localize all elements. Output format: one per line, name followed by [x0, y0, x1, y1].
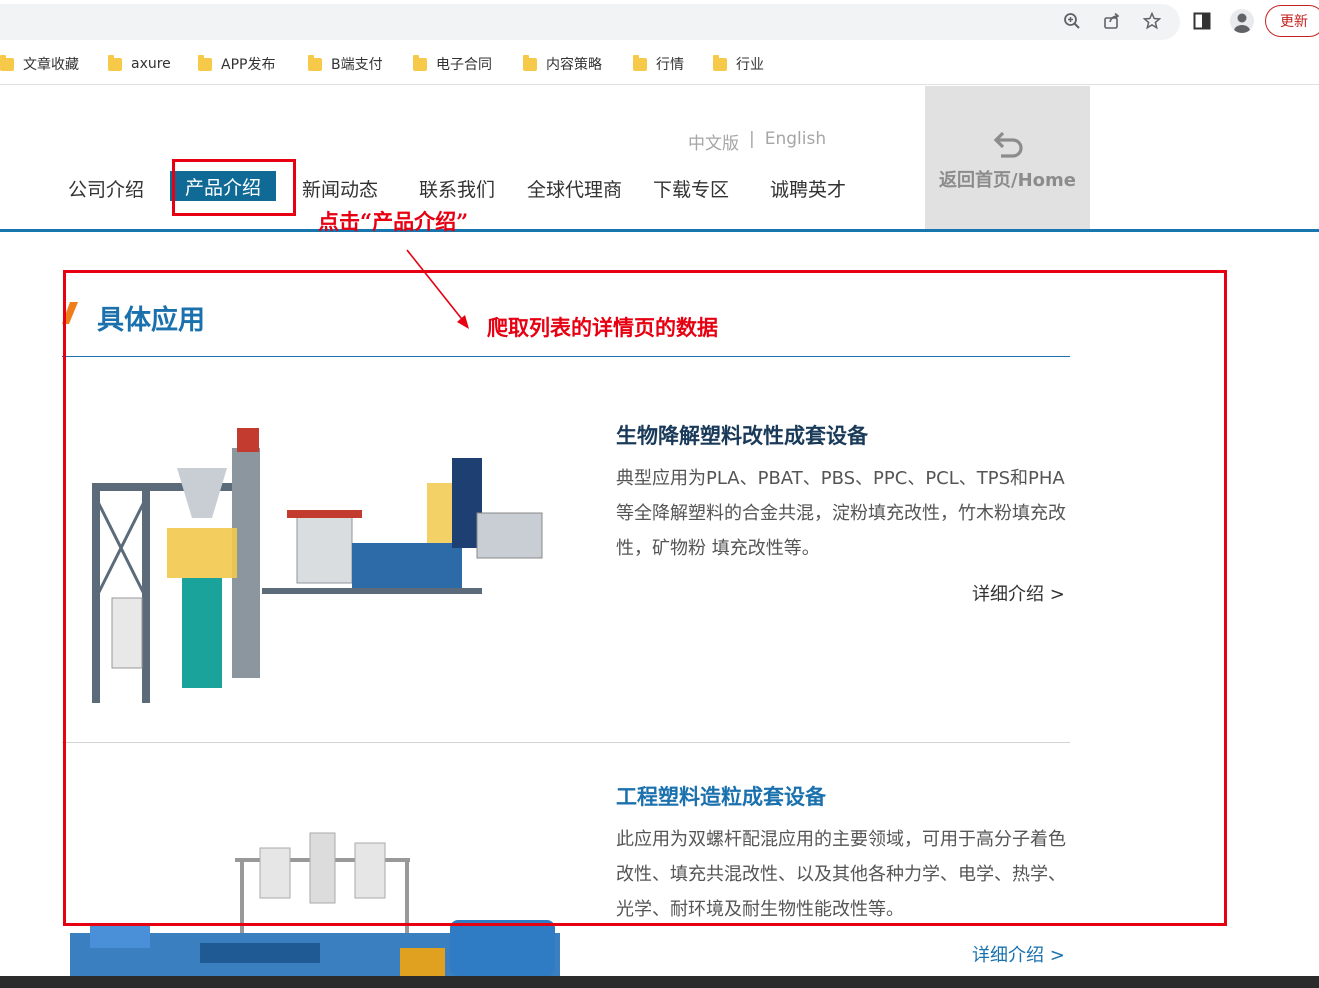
bookmark-label: 文章收藏: [23, 57, 79, 73]
product-more-link[interactable]: 详细介绍 >: [972, 941, 1065, 967]
profile-icon[interactable]: [1230, 9, 1254, 33]
lang-cn-link[interactable]: 中文版: [688, 129, 739, 154]
folder-icon: [523, 54, 537, 71]
annotation-content-highlight: [63, 270, 1227, 926]
bookmark-item[interactable]: 行业: [713, 54, 764, 74]
bookmark-label: 行业: [736, 57, 764, 73]
bookmark-item[interactable]: 文章收藏: [0, 54, 79, 74]
home-label: 返回首页/Home: [939, 170, 1076, 191]
taskbar: [0, 976, 1319, 988]
bookmark-label: axure: [131, 56, 171, 72]
bookmark-item[interactable]: 电子合同: [413, 54, 492, 74]
lang-separator: |: [749, 129, 755, 149]
annotation-click-note: 点击“产品介绍”: [318, 209, 469, 234]
annotation-nav-highlight: [172, 159, 296, 216]
bookmark-item[interactable]: B端支付: [308, 54, 383, 74]
home-button[interactable]: 返回首页/Home: [925, 86, 1090, 231]
zoom-icon[interactable]: [1062, 11, 1082, 31]
bookmark-item[interactable]: 内容策略: [523, 54, 602, 74]
return-icon: [991, 130, 1025, 158]
lang-en-link[interactable]: English: [765, 129, 826, 154]
browser-toolbar: 更新: [0, 0, 1319, 42]
share-icon[interactable]: [1102, 11, 1122, 31]
language-switcher: 中文版 | English: [688, 129, 826, 154]
bookmark-item[interactable]: axure: [108, 54, 171, 74]
bookmark-item[interactable]: 行情: [633, 54, 684, 74]
folder-icon: [308, 54, 322, 71]
nav-agents[interactable]: 全球代理商: [527, 173, 622, 203]
folder-icon: [713, 54, 727, 71]
folder-icon: [413, 54, 427, 71]
bookmarks-bar: 文章收藏 axure APP发布 B端支付 电子合同 内容策略 行情 行业: [0, 42, 1319, 85]
nav-company[interactable]: 公司介绍: [68, 173, 144, 203]
nav-news[interactable]: 新闻动态: [302, 173, 378, 203]
bookmark-label: B端支付: [331, 57, 383, 73]
update-button[interactable]: 更新: [1265, 5, 1319, 37]
bookmark-label: 电子合同: [436, 57, 492, 73]
nav-downloads[interactable]: 下载专区: [653, 173, 729, 203]
star-icon[interactable]: [1142, 11, 1162, 31]
nav-careers[interactable]: 诚聘英才: [770, 173, 846, 203]
bookmark-item[interactable]: APP发布: [198, 54, 275, 74]
bookmark-label: 行情: [656, 57, 684, 73]
folder-icon: [633, 54, 647, 71]
folder-icon: [108, 54, 122, 71]
folder-icon: [198, 54, 212, 71]
nav-contact[interactable]: 联系我们: [419, 173, 495, 203]
sidepanel-icon[interactable]: [1192, 11, 1212, 31]
bookmark-label: 内容策略: [546, 57, 602, 73]
header-divider: [0, 229, 1319, 232]
address-bar[interactable]: [0, 4, 1180, 40]
folder-icon: [0, 54, 14, 71]
bookmark-label: APP发布: [221, 57, 276, 73]
